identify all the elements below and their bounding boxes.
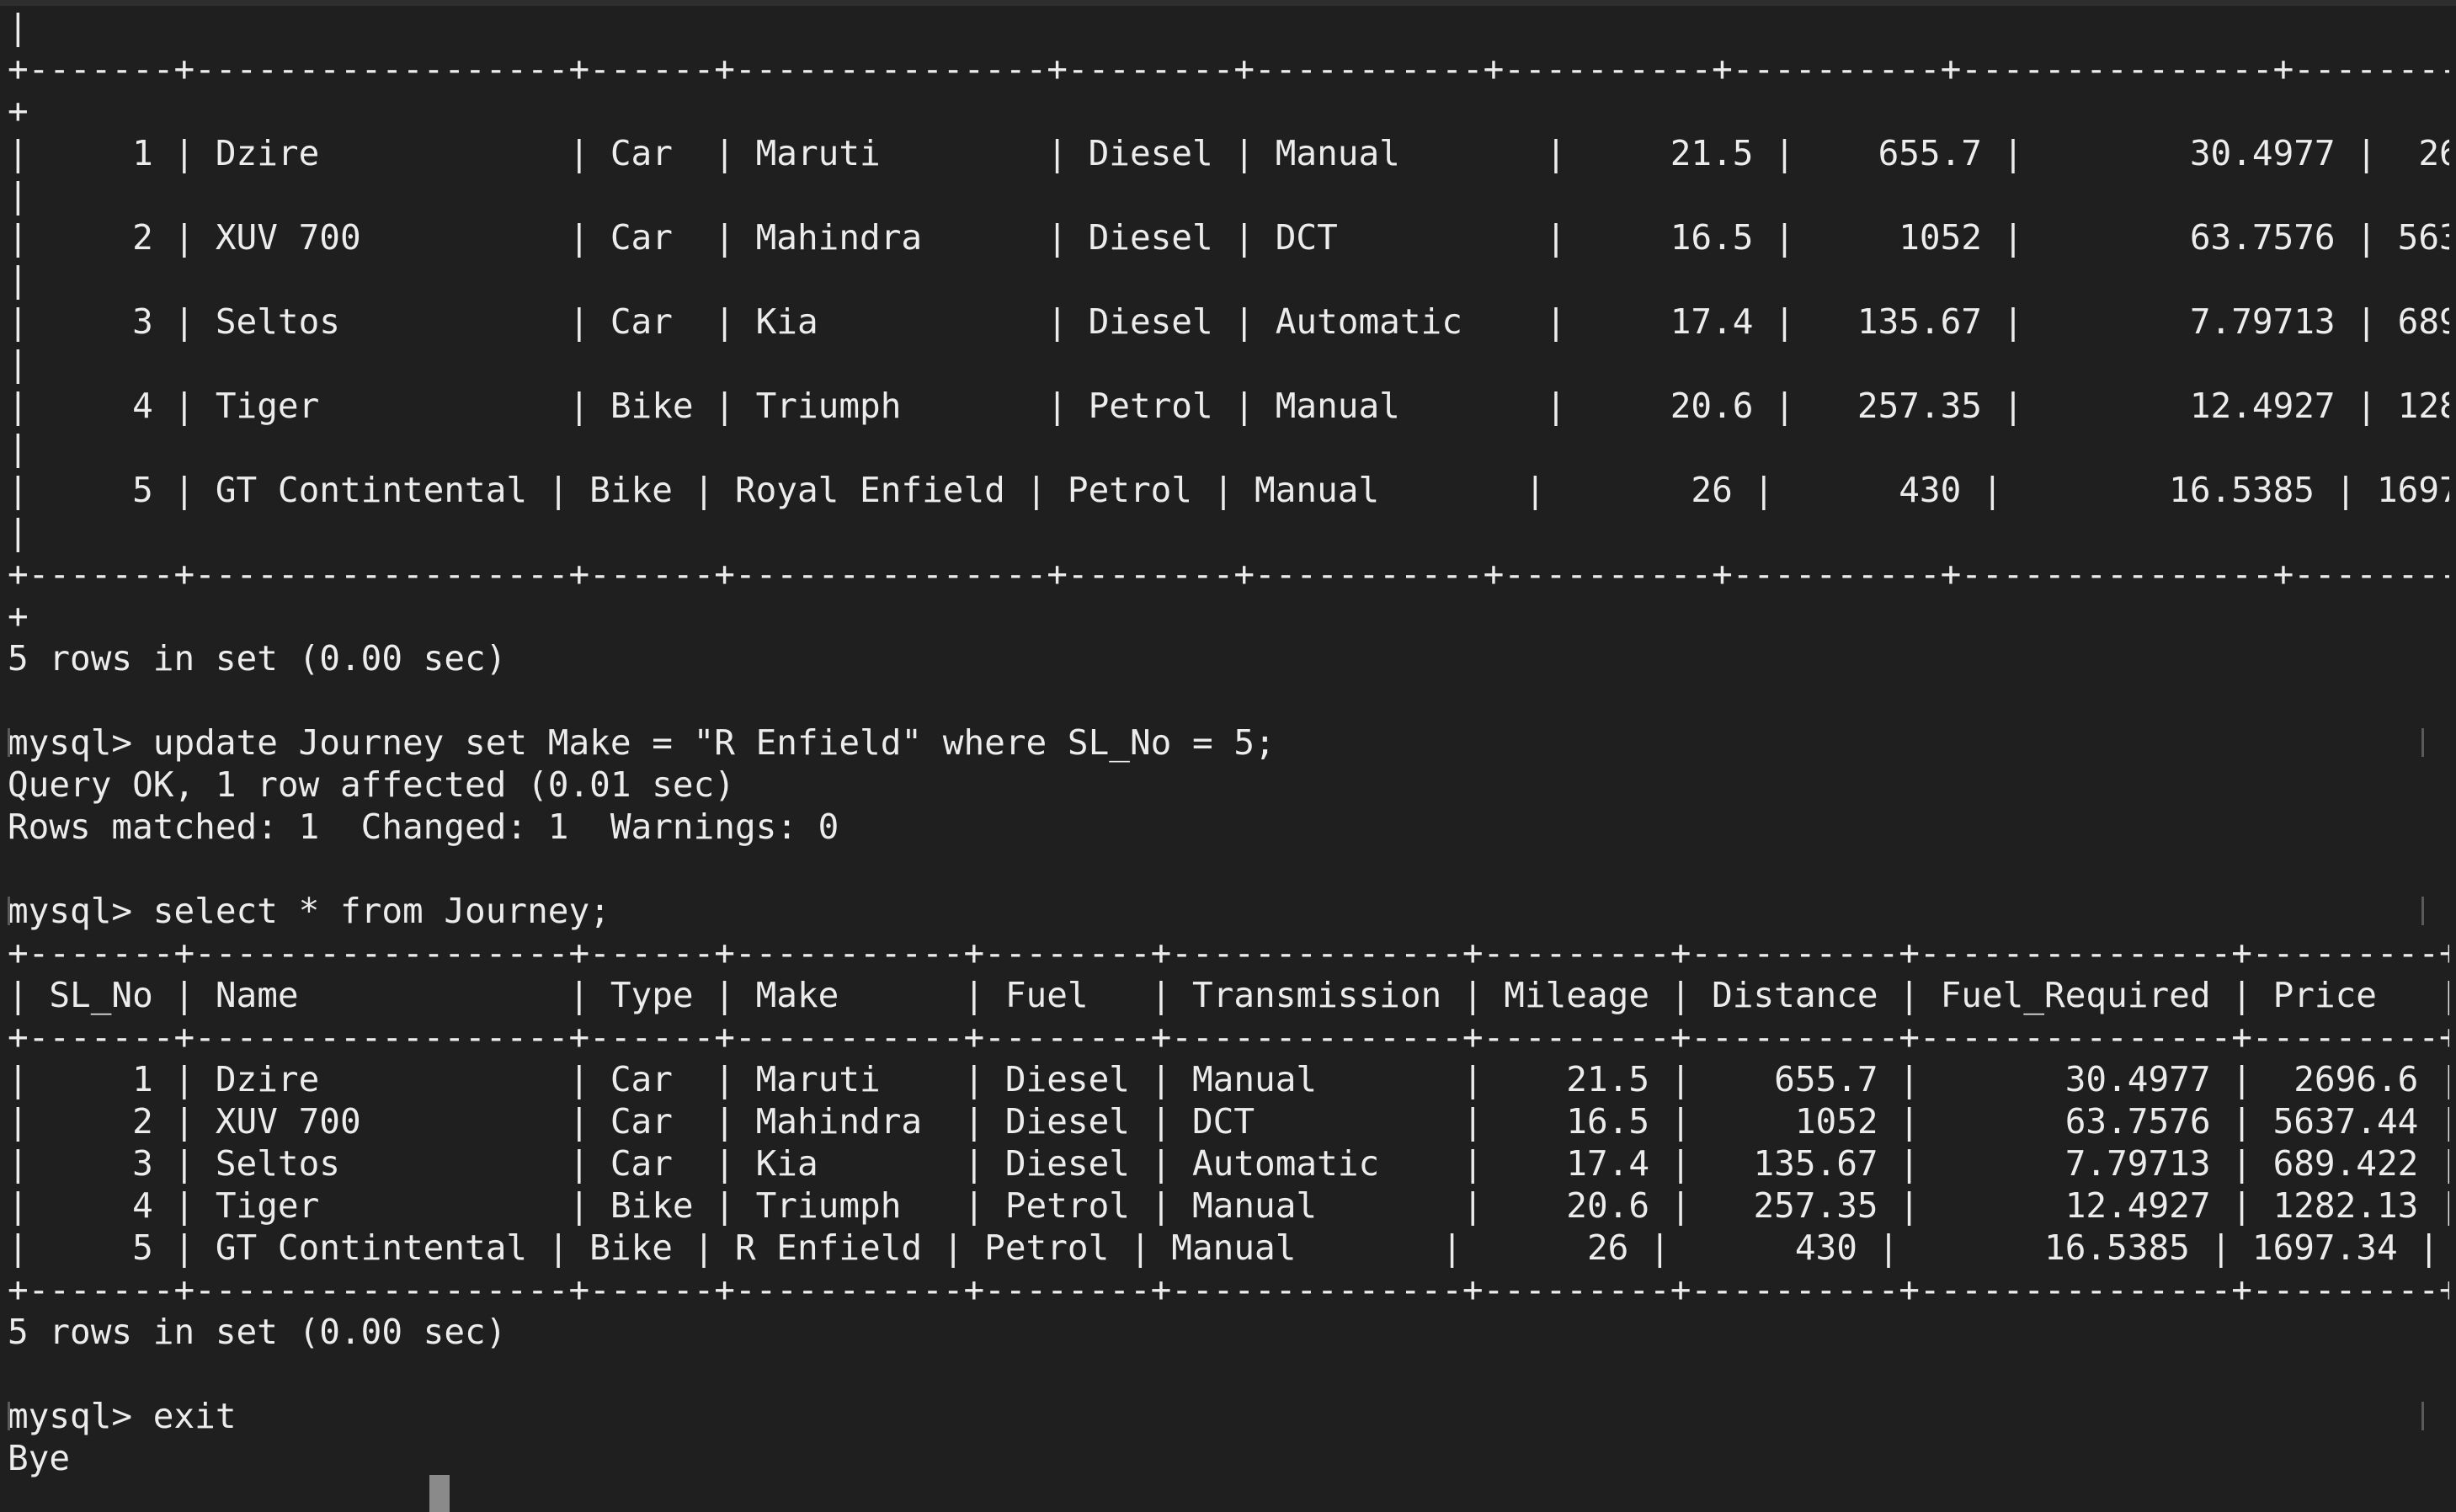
table-row: | 4 | Tiger | Bike | Triumph | Petrol | … [8,1185,2449,1226]
terminal-line: | [8,175,29,216]
window-top-edge [0,0,2456,6]
table-border: +-------+------------------+------+-----… [8,933,2449,973]
table-row: | 1 | Dzire | Car | Maruti | Diesel | Ma… [8,1059,2449,1099]
table-border: +-------+------------------+------+-----… [8,1017,2449,1057]
terminal-line: | [8,343,29,384]
table-row: | 5 | GT Contintental | Bike | Royal Enf… [8,470,2449,510]
terminal-line: + [8,91,29,131]
mysql-prompt-command: mysql> select * from Journey; [8,891,610,931]
terminal-line: | [8,259,29,300]
table-border: +-------+------------------+------+-----… [8,49,2449,89]
terminal-line: | [8,7,29,47]
table-row: | 1 | Dzire | Car | Maruti | Diesel | Ma… [8,133,2449,173]
terminal-line: | [8,428,29,468]
table-header: | SL_No | Name | Type | Make | Fuel | Tr… [8,975,2449,1015]
prompt-marker-left [8,1402,10,1430]
prompt-marker-left [8,897,10,925]
terminal-line-last: Bye [8,1437,2449,1479]
mysql-prompt-command: mysql> update Journey set Make = "R Enfi… [8,722,1276,763]
prompt-marker-left [8,728,10,757]
terminal-line: + [8,596,29,636]
table-row: | 2 | XUV 700 | Car | Mahindra | Diesel … [8,1101,2449,1142]
prompt-marker-right [2421,1402,2424,1430]
table-row: | 2 | XUV 700 | Car | Mahindra | Diesel … [8,217,2449,258]
table-row: | 5 | GT Contintental | Bike | R Enfield… [8,1227,2440,1268]
terminal-line: | [8,512,29,552]
bye-text: Bye [8,1438,71,1478]
table-border: +-------+------------------+------+-----… [8,554,2449,594]
table-row: | 4 | Tiger | Bike | Triumph | Petrol | … [8,386,2449,426]
query-result: Query OK, 1 row affected (0.01 sec) [8,764,735,805]
table-border: +-------+------------------+------+-----… [8,1270,2449,1310]
result-summary: 5 rows in set (0.00 sec) [8,638,507,679]
prompt-marker-right [2421,728,2424,757]
prompt-marker-right [2421,897,2424,925]
terminal-output[interactable]: | +-------+------------------+------+---… [8,6,2449,1487]
table-row: | 3 | Seltos | Car | Kia | Diesel | Auto… [8,301,2449,342]
text-cursor [429,1475,450,1512]
query-result: Rows matched: 1 Changed: 1 Warnings: 0 [8,807,839,847]
mysql-prompt-command: mysql> exit [8,1396,237,1436]
result-summary: 5 rows in set (0.00 sec) [8,1312,507,1352]
table-row: | 3 | Seltos | Car | Kia | Diesel | Auto… [8,1143,2449,1184]
